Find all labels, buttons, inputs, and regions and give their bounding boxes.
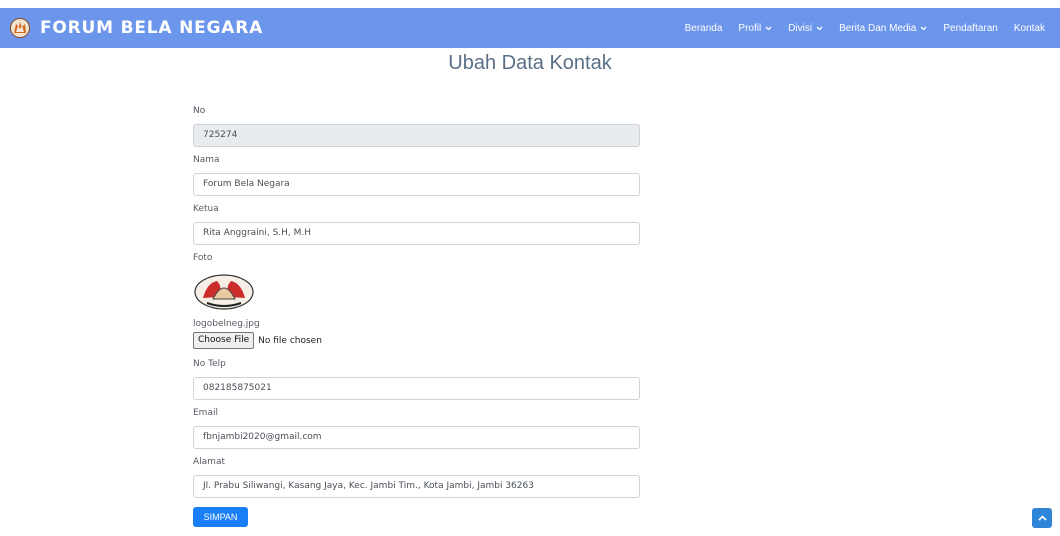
nav-item-label: Beranda bbox=[684, 22, 723, 34]
page-title: Ubah Data Kontak bbox=[448, 52, 612, 74]
nama-field[interactable]: Forum Bela Negara bbox=[193, 173, 640, 196]
navbar: FORUM BELA NEGARA Beranda Profil Divisi … bbox=[0, 8, 1060, 48]
no-field: 725274 bbox=[193, 124, 640, 147]
choose-file-button[interactable]: Choose File bbox=[193, 332, 255, 349]
foto-label: Foto bbox=[193, 253, 213, 263]
nav-item-label: Profil bbox=[738, 22, 762, 34]
brand-link[interactable]: FORUM BELA NEGARA bbox=[10, 8, 263, 48]
telp-field[interactable]: 082185875021 bbox=[193, 377, 640, 400]
nav-item-label: Pendaftaran bbox=[943, 22, 998, 34]
nama-label: Nama bbox=[193, 155, 220, 165]
email-label: Email bbox=[193, 408, 218, 418]
chevron-down-icon bbox=[816, 26, 823, 30]
nav-item-beranda[interactable]: Beranda bbox=[685, 23, 723, 34]
nav-menu: Beranda Profil Divisi Berita Dan Media P… bbox=[685, 8, 1045, 48]
brand-name: FORUM BELA NEGARA bbox=[40, 18, 264, 38]
nav-item-label: Divisi bbox=[788, 22, 813, 34]
nav-item-pendaftaran[interactable]: Pendaftaran bbox=[943, 23, 998, 34]
file-status: No file chosen bbox=[258, 335, 322, 346]
nav-item-profil[interactable]: Profil bbox=[738, 23, 772, 34]
chevron-up-icon bbox=[1037, 515, 1047, 521]
nav-item-kontak[interactable]: Kontak bbox=[1014, 23, 1045, 34]
telp-label: No Telp bbox=[193, 359, 226, 369]
bela-negara-logo-icon bbox=[10, 18, 30, 38]
nav-item-label: Berita Dan Media bbox=[839, 22, 917, 34]
alamat-field[interactable]: Jl. Prabu Siliwangi, Kasang Jaya, Kec. J… bbox=[193, 475, 640, 498]
alamat-label: Alamat bbox=[193, 457, 225, 467]
ketua-field[interactable]: Rita Anggraini, S.H, M.H bbox=[193, 222, 640, 245]
simpan-button[interactable]: SIMPAN bbox=[193, 507, 248, 527]
current-photo-filename: logobelneg.jpg bbox=[193, 319, 260, 329]
nav-item-divisi[interactable]: Divisi bbox=[788, 23, 823, 34]
ketua-label: Ketua bbox=[193, 204, 219, 214]
scroll-top-button[interactable] bbox=[1032, 508, 1052, 528]
email-field[interactable]: fbnjambi2020@gmail.com bbox=[193, 426, 640, 449]
no-label: No bbox=[193, 106, 206, 116]
edit-contact-form: No 725274 Nama Forum Bela Negara Ketua R… bbox=[193, 104, 640, 527]
nav-item-berita-dan-media[interactable]: Berita Dan Media bbox=[839, 23, 927, 34]
nav-item-label: Kontak bbox=[1013, 22, 1045, 34]
chevron-down-icon bbox=[765, 26, 772, 30]
current-photo-logo bbox=[194, 274, 254, 310]
file-input: Choose File No file chosen bbox=[193, 332, 640, 349]
chevron-down-icon bbox=[920, 26, 927, 30]
